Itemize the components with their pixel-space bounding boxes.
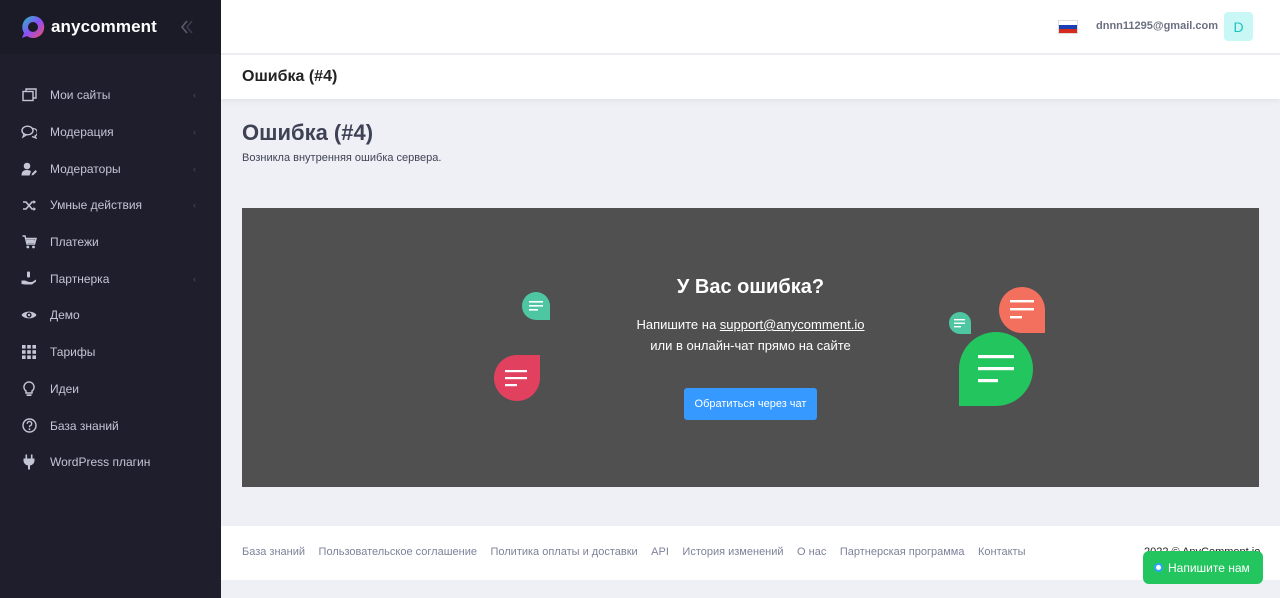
shuffle-icon <box>21 197 37 213</box>
footer-link-user-agreement[interactable]: Пользовательское соглашение <box>319 546 477 558</box>
live-chat-widget-label: Напишите нам <box>1168 560 1250 575</box>
sidebar: anycomment Мои сайты ‹ Модерация ‹ Модер… <box>0 0 221 598</box>
subheader-title: Ошибка (#4) <box>242 68 338 85</box>
plug-icon <box>21 454 37 470</box>
sidebar-item-partners[interactable]: Партнерка ‹ <box>0 260 221 297</box>
sidebar-item-label: Умные действия <box>50 198 143 213</box>
sidebar-item-payments[interactable]: Платежи <box>0 224 221 261</box>
chevron-icon: ‹ <box>193 163 196 174</box>
footer-links: База знаний Пользовательское соглашение … <box>242 546 1039 558</box>
anycomment-logo-icon <box>21 15 45 39</box>
support-email-link[interactable]: support@anycomment.io <box>720 317 865 332</box>
footer: База знаний Пользовательское соглашение … <box>221 526 1280 580</box>
cart-icon <box>21 234 37 250</box>
page-description: Возникла внутренняя ошибка сервера. <box>242 152 442 164</box>
brand-name: anycomment <box>51 17 157 36</box>
footer-link-contacts[interactable]: Контакты <box>978 546 1026 558</box>
page-title: Ошибка (#4) <box>242 120 374 145</box>
user-email[interactable]: dnnn11295@gmail.com <box>1096 20 1218 32</box>
sidebar-item-label: Модерация <box>50 125 114 140</box>
sidebar-item-moderation[interactable]: Модерация ‹ <box>0 114 221 151</box>
footer-link-knowledge-base[interactable]: База знаний <box>242 546 305 558</box>
error-chat-line: или в онлайн-чат прямо на сайте <box>650 338 851 353</box>
footer-link-about[interactable]: О нас <box>797 546 826 558</box>
footer-link-api[interactable]: API <box>651 546 669 558</box>
sidebar-item-label: Идеи <box>50 381 80 396</box>
sidebar-item-tariffs[interactable]: Тарифы <box>0 334 221 371</box>
sidebar-item-label: Партнерка <box>50 271 110 286</box>
contact-chat-button[interactable]: Обратиться через чат <box>684 388 817 420</box>
sidebar-item-label: Демо <box>50 308 80 323</box>
comments-icon <box>21 124 37 140</box>
online-status-icon <box>1154 563 1163 572</box>
user-edit-icon <box>21 161 37 177</box>
sidebar-item-label: Платежи <box>50 235 99 250</box>
eye-icon <box>21 307 37 323</box>
error-card: У Вас ошибка? Напишите на support@anycom… <box>242 208 1259 487</box>
sidebar-item-wordpress-plugin[interactable]: WordPress плагин <box>0 444 221 481</box>
footer-link-payment-policy[interactable]: Политика оплаты и доставки <box>490 546 637 558</box>
chevron-icon: ‹ <box>193 200 196 211</box>
footer-link-partner-program[interactable]: Партнерская программа <box>840 546 965 558</box>
error-heading: У Вас ошибка? <box>676 276 825 298</box>
sidebar-item-label: Тарифы <box>50 345 96 360</box>
language-flag-icon[interactable] <box>1058 20 1078 34</box>
topbar: dnnn11295@gmail.com D <box>221 0 1280 54</box>
chevron-icon: ‹ <box>193 90 196 101</box>
grid-icon <box>21 344 37 360</box>
flag-stripe-red <box>1059 28 1077 33</box>
question-circle-icon <box>21 418 37 434</box>
avatar[interactable]: D <box>1224 12 1253 41</box>
sidebar-menu: Мои сайты ‹ Модерация ‹ Модераторы ‹ Умн… <box>0 77 221 481</box>
error-contact-prefix: Напишите на <box>636 317 720 332</box>
sidebar-item-ideas[interactable]: Идеи <box>0 371 221 408</box>
lightbulb-icon <box>21 381 37 397</box>
sites-icon <box>21 87 37 103</box>
error-contact-line: Напишите на support@anycomment.io <box>242 317 1259 332</box>
sidebar-item-label: База знаний <box>50 418 119 433</box>
sidebar-item-moderators[interactable]: Модераторы ‹ <box>0 150 221 187</box>
sidebar-item-label: Модераторы <box>50 161 121 176</box>
chevron-icon: ‹ <box>193 273 196 284</box>
sidebar-item-my-sites[interactable]: Мои сайты ‹ <box>0 77 221 114</box>
sidebar-item-label: Мои сайты <box>50 88 111 103</box>
collapse-sidebar-icon[interactable] <box>178 17 194 37</box>
footer-link-changelog[interactable]: История изменений <box>682 546 783 558</box>
sidebar-item-label: WordPress плагин <box>50 455 151 470</box>
live-chat-widget-button[interactable]: Напишите нам <box>1143 551 1263 584</box>
sidebar-item-smart-actions[interactable]: Умные действия ‹ <box>0 187 221 224</box>
sidebar-item-demo[interactable]: Демо <box>0 297 221 334</box>
hand-coin-icon <box>21 271 37 287</box>
subheader: Ошибка (#4) <box>221 55 1280 99</box>
chevron-icon: ‹ <box>193 127 196 138</box>
sidebar-item-knowledge-base[interactable]: База знаний <box>0 407 221 444</box>
chat-bubble-icon <box>494 355 540 401</box>
